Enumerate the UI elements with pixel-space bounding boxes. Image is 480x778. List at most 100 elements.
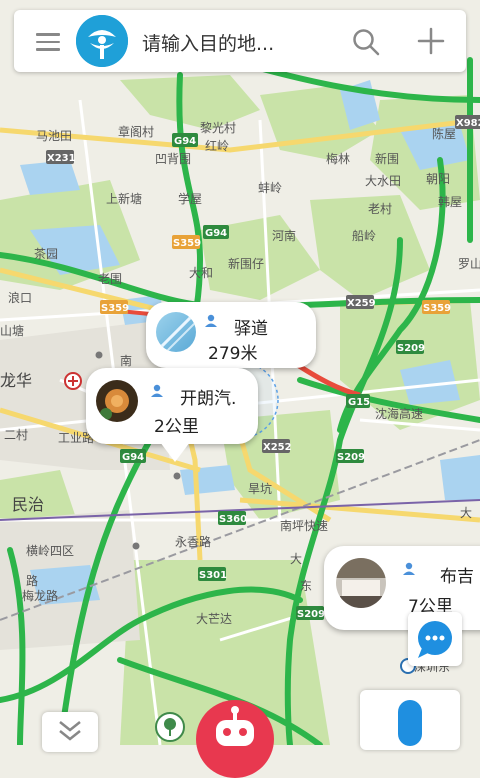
place-label: 横岭四区 [26, 544, 74, 558]
friend-pin[interactable]: 驿道 279米 [146, 302, 316, 368]
road-shield: S360 [218, 511, 247, 525]
svg-text:S360: S360 [219, 514, 247, 525]
place-label: 韩屋 [438, 194, 462, 209]
pin-name: 驿道 [234, 319, 268, 339]
microphone-icon [398, 700, 422, 746]
place-label: 新围仔 [228, 256, 264, 271]
road-shield: X982 [455, 115, 480, 129]
road-shield: X252 [262, 439, 292, 453]
place-label: 罗山 [458, 257, 480, 271]
plus-icon[interactable] [416, 26, 446, 56]
place-label: 浪口 [8, 290, 32, 305]
road-shield: S359 [172, 235, 201, 249]
svg-text:S209: S209 [397, 343, 425, 354]
svg-text:S359: S359 [101, 303, 129, 314]
place-label: 船岭 [352, 229, 376, 243]
place-label: 永香路 [175, 534, 211, 549]
road-shield: S301 [198, 567, 227, 581]
svg-text:G94: G94 [205, 228, 227, 239]
person-icon [205, 314, 217, 327]
place-label: 大水田 [365, 174, 401, 188]
person-icon [403, 562, 415, 575]
friend-pin[interactable]: 开朗汽. 2公里 [86, 368, 258, 444]
chevron-down-icon [59, 721, 81, 741]
chat-bubble-icon [418, 621, 452, 658]
place-label: 凹背围 [155, 152, 191, 166]
road-shield: S359 [100, 300, 129, 314]
pin-name: 布吉 [440, 567, 474, 587]
pin-distance: 279米 [208, 344, 258, 364]
place-label: 山塘 [0, 323, 24, 338]
place-label: 新围 [375, 151, 399, 166]
menu-icon[interactable] [36, 30, 60, 52]
poi-marker [173, 472, 181, 480]
place-label: 上新塘 [106, 191, 142, 206]
svg-text:S359: S359 [423, 303, 451, 314]
place-label: 梅龙路 [22, 588, 58, 603]
svg-text:X231: X231 [47, 153, 76, 164]
place-label: 民治 [12, 495, 44, 514]
road-shield: X231 [46, 150, 76, 164]
poi-marker [132, 542, 140, 550]
place-label: 陈屋 [432, 126, 456, 141]
place-label: 朝阳 [426, 172, 450, 186]
svg-text:S209: S209 [297, 609, 325, 620]
place-label: 马池田 [36, 129, 72, 143]
highway-name: 南坪快速 [280, 518, 328, 533]
place-label: 大芒达 [196, 611, 232, 626]
svg-text:G94: G94 [174, 136, 196, 147]
place-label: 老围 [98, 272, 122, 286]
road-shield: X259 [346, 295, 376, 309]
place-label: 老村 [368, 202, 392, 216]
place-label: 学屋 [178, 191, 202, 206]
place-label: 大和 [189, 266, 213, 280]
svg-text:X252: X252 [263, 442, 292, 453]
place-label: 大 [290, 552, 302, 566]
place-label: 东 [300, 579, 312, 593]
road-shield: G94 [120, 449, 146, 463]
search-input[interactable]: 请输入目的地... [142, 29, 274, 56]
pin-distance: 2公里 [154, 417, 199, 437]
pin-pointer [160, 442, 190, 462]
collapse-button[interactable] [42, 712, 98, 752]
place-label: 龙华 [0, 371, 32, 390]
place-label: 茶园 [34, 246, 58, 261]
robot-icon [216, 706, 254, 746]
tree-poi-marker [155, 712, 185, 742]
place-label: 二村 [4, 428, 28, 442]
place-label: 河南 [272, 228, 296, 243]
road-shield: S209 [336, 449, 365, 463]
search-bar[interactable]: 请输入目的地... [14, 10, 466, 72]
svg-text:G15: G15 [348, 397, 370, 408]
place-label: 红岭 [205, 138, 229, 153]
place-label: 大 [460, 506, 472, 520]
robot-assistant-button[interactable] [196, 700, 274, 778]
svg-text:S359: S359 [173, 238, 201, 249]
road-shield: S359 [422, 300, 451, 314]
chat-button[interactable] [408, 612, 462, 666]
road-shield: G94 [203, 225, 229, 239]
avatar [96, 380, 138, 422]
road-shield: G15 [346, 394, 370, 408]
avatar [336, 558, 386, 608]
svg-text:S209: S209 [337, 452, 365, 463]
highway-name: 沈海高速 [375, 406, 423, 421]
search-icon[interactable] [352, 28, 380, 56]
pin-name: 开朗汽. [180, 389, 237, 409]
place-label: 梅林 [326, 151, 350, 166]
svg-text:X259: X259 [347, 298, 376, 309]
voice-input-button[interactable] [360, 690, 460, 750]
app-logo[interactable] [76, 15, 128, 67]
avatar [156, 312, 196, 352]
place-label: 旱坑 [248, 481, 272, 496]
place-label: 南 [120, 353, 132, 368]
svg-text:G94: G94 [122, 452, 144, 463]
poi-marker [95, 351, 103, 359]
road-shield: G94 [172, 133, 198, 147]
place-label: 黎光村 [200, 121, 236, 135]
svg-text:S301: S301 [199, 570, 227, 581]
place-label: 章阁村 [118, 124, 154, 139]
place-label: 路 [26, 573, 38, 588]
svg-text:X982: X982 [456, 118, 480, 129]
place-label: 蚌岭 [258, 181, 282, 195]
